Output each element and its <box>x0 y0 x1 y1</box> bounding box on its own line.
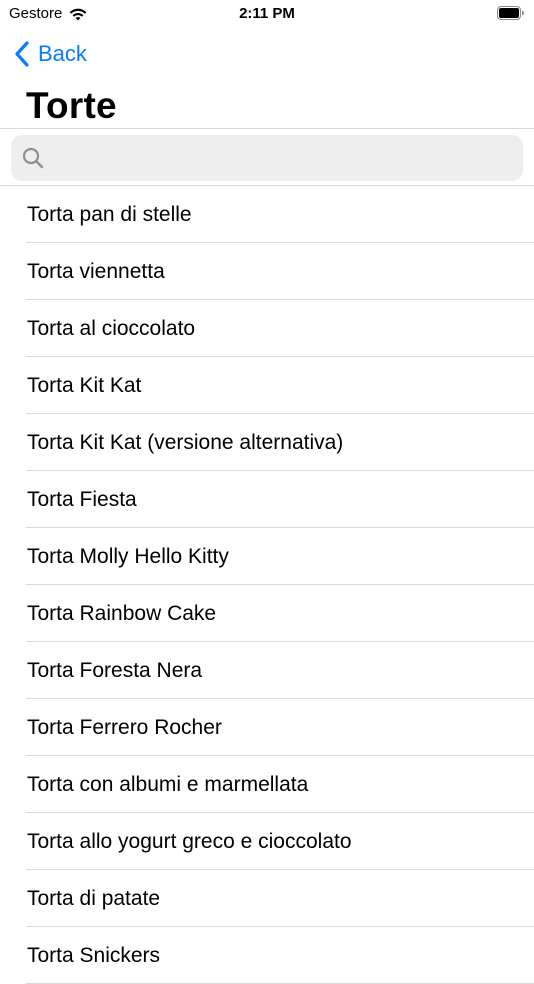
list-item[interactable]: Torta Molly Hello Kitty <box>0 528 534 585</box>
list-item[interactable]: Torta Rainbow Cake <box>0 585 534 642</box>
list-item[interactable]: Torta con albumi e marmellata <box>0 756 534 813</box>
list-item[interactable]: Torta Kit Kat (versione alternativa) <box>0 414 534 471</box>
clock: 2:11 PM <box>239 5 295 22</box>
list-item[interactable]: Torta di patate <box>0 870 534 927</box>
battery-icon <box>497 6 524 20</box>
list-item-label: Torta Kit Kat (versione alternativa) <box>27 430 344 454</box>
status-bar: Gestore 2:11 PM <box>0 0 534 28</box>
list-item[interactable]: Torta viennetta <box>0 243 534 300</box>
list-item-label: Torta Kit Kat <box>27 373 142 397</box>
back-label: Back <box>38 41 87 66</box>
header-divider <box>0 128 534 129</box>
page-title: Torte <box>26 85 117 126</box>
list-item-label: Torta Molly Hello Kitty <box>27 544 229 568</box>
list-item-label: Torta viennetta <box>27 259 165 283</box>
list-item-label: Torta pan di stelle <box>27 202 192 226</box>
list-item[interactable]: Torta Kit Kat <box>0 357 534 414</box>
list-item-label: Torta Snickers <box>27 943 161 967</box>
list-item-label: Torta Ferrero Rocher <box>27 715 222 739</box>
recipe-list: Torta pan di stelle Torta viennetta Torta … <box>0 186 534 984</box>
list-item[interactable]: Torta al cioccolato <box>0 300 534 357</box>
list-item-label: Torta al cioccolato <box>27 316 196 340</box>
list-item[interactable]: Torta Ferrero Rocher <box>0 699 534 756</box>
list-item-label: Torta con albumi e marmellata <box>27 772 309 796</box>
search-bar[interactable] <box>11 135 523 181</box>
list-item-label: Torta Fiesta <box>27 487 137 511</box>
chevron-left-icon <box>15 41 29 67</box>
list-item[interactable]: Torta Fiesta <box>0 471 534 528</box>
list-item-label: Torta Foresta Nera <box>27 658 203 682</box>
list-item[interactable]: Torta allo yogurt greco e cioccolato <box>0 813 534 870</box>
search-icon <box>22 147 44 169</box>
list-item[interactable]: Torta Foresta Nera <box>0 642 534 699</box>
list-item-label: Torta Rainbow Cake <box>27 601 217 625</box>
list-item[interactable]: Torta pan di stelle <box>0 186 534 243</box>
list-item-label: Torta allo yogurt greco e cioccolato <box>27 829 352 853</box>
list-item[interactable]: Torta Snickers <box>0 927 534 984</box>
search-input[interactable] <box>52 146 496 170</box>
back-button[interactable]: Back <box>14 38 87 70</box>
list-item-label: Torta di patate <box>27 886 161 910</box>
